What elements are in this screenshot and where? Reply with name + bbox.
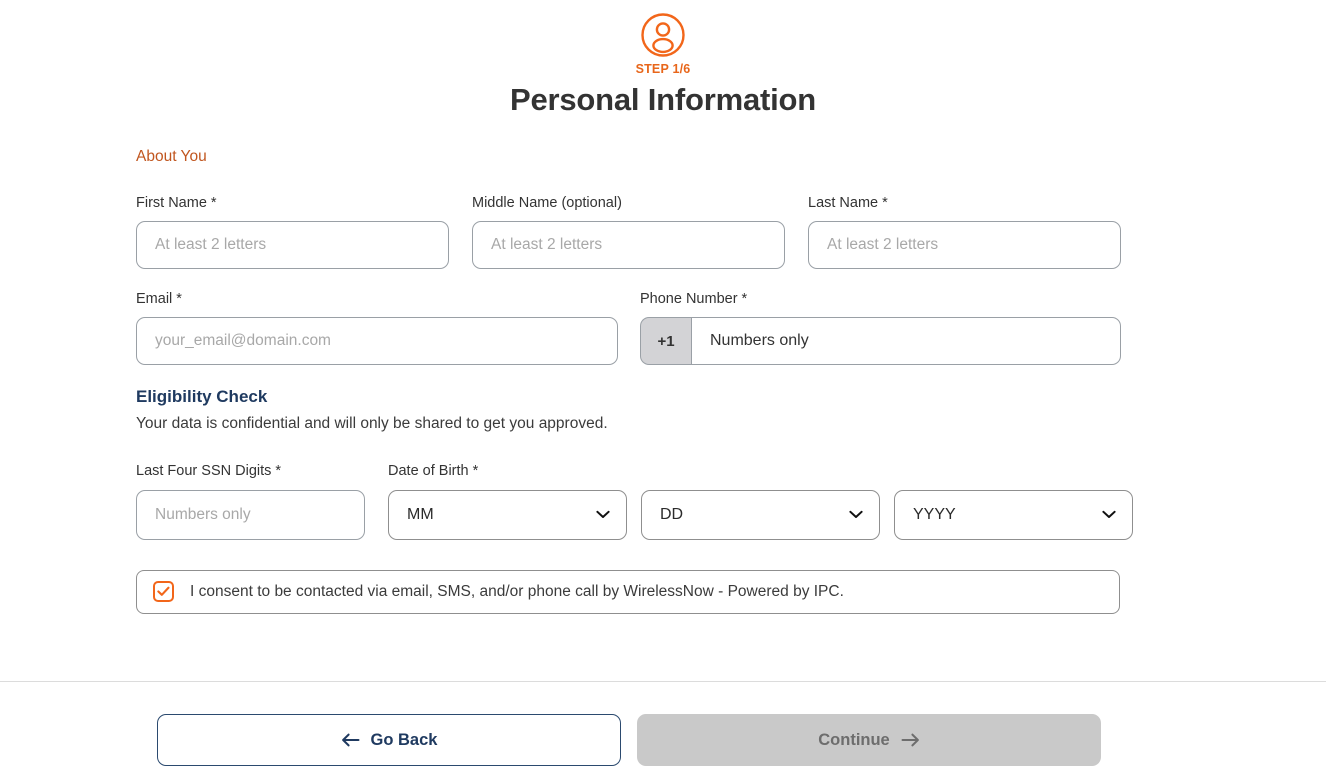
- registration-page: STEP 1/6 Personal Information About You …: [0, 0, 1326, 782]
- email-placeholder: your_email@domain.com: [155, 332, 331, 350]
- middle-name-placeholder: At least 2 letters: [491, 235, 603, 253]
- continue-label: Continue: [818, 730, 890, 749]
- eligibility-subtext: Your data is confidential and will only …: [136, 415, 608, 433]
- dob-year-value: YYYY: [913, 505, 956, 523]
- email-group: Email * your_email@domain.com: [136, 290, 618, 366]
- last-name-label: Last Name *: [808, 194, 888, 211]
- dob-day-select[interactable]: DD: [641, 489, 880, 540]
- phone-country-prefix[interactable]: +1: [640, 317, 691, 366]
- continue-button[interactable]: Continue: [637, 714, 1101, 766]
- page-title: Personal Information: [509, 82, 817, 117]
- consent-text: I consent to be contacted via email, SMS…: [190, 582, 844, 600]
- user-circle-icon: [641, 13, 685, 57]
- go-back-button[interactable]: Go Back: [157, 714, 621, 766]
- go-back-label: Go Back: [370, 730, 438, 749]
- dob-day-group: DD: [641, 463, 880, 540]
- first-name-group: First Name * At least 2 letters: [136, 195, 449, 269]
- chevron-down-icon: [849, 511, 863, 519]
- ssn-input[interactable]: Numbers only: [136, 489, 365, 540]
- email-label: Email *: [136, 290, 182, 307]
- check-icon: [157, 586, 170, 597]
- phone-group: Phone Number * +1 Numbers only: [640, 290, 1121, 366]
- last-name-group: Last Name * At least 2 letters: [808, 195, 1121, 269]
- dob-month-select[interactable]: MM: [388, 489, 627, 540]
- phone-number-input[interactable]: Numbers only: [691, 317, 1121, 366]
- middle-name-input[interactable]: At least 2 letters: [472, 220, 785, 269]
- chevron-down-icon: [596, 511, 610, 519]
- consent-checkbox[interactable]: [153, 581, 174, 603]
- form-container: About You First Name * At least 2 letter…: [136, 148, 1136, 614]
- first-name-input[interactable]: At least 2 letters: [136, 220, 449, 269]
- name-row: First Name * At least 2 letters Middle N…: [136, 195, 1136, 269]
- eligibility-heading: Eligibility Check: [136, 387, 268, 407]
- dob-month-value: MM: [407, 505, 434, 523]
- about-you-section-label: About You: [136, 148, 207, 165]
- dob-label: Date of Birth *: [388, 463, 479, 480]
- last-name-placeholder: At least 2 letters: [827, 235, 939, 253]
- arrow-right-icon: [901, 733, 919, 747]
- middle-name-label: Middle Name (optional): [472, 194, 622, 211]
- footer-actions: Go Back Continue: [0, 714, 1326, 766]
- footer-divider: [0, 681, 1326, 682]
- phone-input-group: +1 Numbers only: [640, 317, 1121, 366]
- contact-row: Email * your_email@domain.com Phone Numb…: [136, 290, 1136, 366]
- first-name-placeholder: At least 2 letters: [155, 235, 267, 253]
- dob-year-select[interactable]: YYYY: [894, 489, 1133, 540]
- phone-label: Phone Number *: [640, 290, 748, 307]
- ssn-group: Last Four SSN Digits * Numbers only: [136, 463, 365, 540]
- email-input[interactable]: your_email@domain.com: [136, 317, 618, 366]
- arrow-left-icon: [341, 733, 360, 747]
- eligibility-row: Last Four SSN Digits * Numbers only Date…: [136, 463, 1136, 540]
- last-name-input[interactable]: At least 2 letters: [808, 220, 1121, 269]
- dob-year-group: YYYY: [894, 463, 1133, 540]
- ssn-placeholder: Numbers only: [155, 505, 251, 523]
- chevron-down-icon: [1102, 511, 1116, 519]
- dob-day-spacer: [641, 463, 880, 480]
- consent-row[interactable]: I consent to be contacted via email, SMS…: [136, 569, 1120, 614]
- dob-year-spacer: [894, 463, 1133, 480]
- middle-name-group: Middle Name (optional) At least 2 letter…: [472, 195, 785, 269]
- dob-day-value: DD: [660, 505, 684, 523]
- first-name-label: First Name *: [136, 194, 217, 211]
- dob-month-group: Date of Birth * MM: [388, 463, 627, 540]
- step-indicator: STEP 1/6: [635, 62, 691, 76]
- ssn-label: Last Four SSN Digits *: [136, 463, 282, 480]
- phone-placeholder: Numbers only: [710, 332, 809, 350]
- page-header: STEP 1/6 Personal Information: [0, 0, 1326, 118]
